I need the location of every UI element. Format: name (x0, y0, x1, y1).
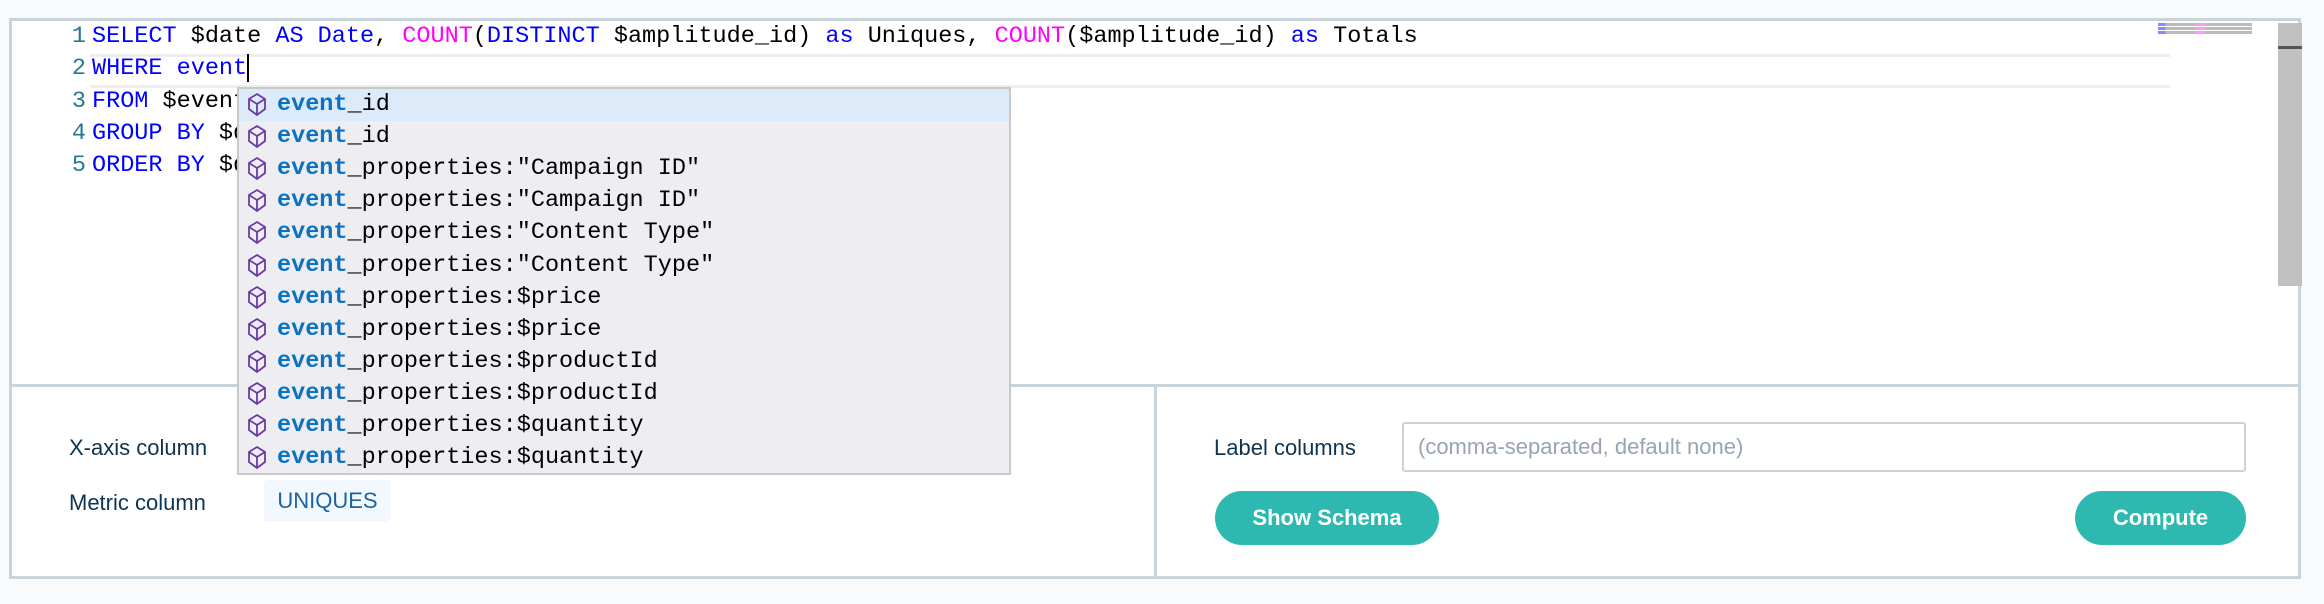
code-token: SELECT (92, 23, 177, 50)
suggestion-item[interactable]: event _properties:$productId (239, 346, 1009, 378)
compute-button[interactable]: Compute (2075, 491, 2246, 545)
metric-column-label: Metric column (69, 490, 206, 515)
suggestion-rest: _properties:"Content Type" (347, 251, 715, 279)
suggestion-match: event (277, 315, 348, 343)
label-columns-input[interactable] (1402, 422, 2246, 472)
property-cube-icon (248, 253, 266, 277)
code-token: DISTINCT (486, 23, 600, 50)
line-number: 1 (71, 23, 86, 50)
code-token: ( (472, 23, 487, 50)
sql-editor[interactable]: 1 SELECT $date AS Date, COUNT(DISTINCT $a… (12, 21, 2302, 475)
property-cube-icon (248, 349, 266, 373)
code-text: SELECT $date AS Date, COUNT(DISTINCT $am… (92, 21, 1418, 53)
suggestion-rest: _properties:$quantity (347, 444, 644, 472)
suggestion-match: event (277, 123, 348, 151)
code-token: , (374, 23, 403, 50)
code-token: GROUP BY (92, 119, 205, 147)
label-columns-label: Label columns (1214, 435, 1356, 460)
suggestion-rest: _id (347, 123, 390, 151)
code-token: Uniques, (853, 23, 995, 50)
code-token: $date (176, 23, 276, 50)
line-number: 4 (71, 119, 86, 147)
metric-column-value[interactable]: UNIQUES (264, 480, 391, 522)
suggestion-rest: _properties:$price (347, 315, 602, 343)
suggestion-match: event (277, 187, 348, 215)
property-cube-icon (248, 381, 266, 406)
code-token: ORDER BY (92, 152, 205, 180)
code-token: as (825, 23, 854, 50)
suggestion-match: event (277, 379, 348, 407)
suggestion-item[interactable]: event _properties:"Content Type" (239, 249, 1009, 281)
suggestion-item[interactable]: event _properties:$price (239, 282, 1009, 314)
suggestion-item[interactable]: event _properties:"Content Type" (239, 217, 1009, 249)
suggestion-match: event (277, 219, 348, 247)
line-number: 2 (71, 55, 86, 83)
property-cube-icon (248, 221, 266, 245)
property-cube-icon (248, 317, 266, 341)
suggestion-item[interactable]: event _id (239, 121, 1009, 153)
editor-scrollbar[interactable] (2278, 23, 2302, 286)
property-cube-icon (248, 189, 266, 213)
property-cube-icon (248, 125, 266, 149)
show-schema-button[interactable]: Show Schema (1215, 491, 1439, 545)
code-text: FROM $event (92, 86, 247, 118)
code-text: WHERE event (92, 53, 250, 85)
suggestion-match: event (277, 155, 348, 183)
code-token: COUNT (402, 23, 473, 50)
xaxis-column-label: X-axis column (69, 435, 208, 460)
panel-divider (1154, 387, 1157, 579)
suggestion-item[interactable]: event _properties:$quantity (239, 410, 1009, 442)
suggestion-item[interactable]: event _id (239, 89, 1009, 122)
code-token: $event (148, 87, 248, 115)
suggestion-item[interactable]: event _properties:$price (239, 314, 1009, 346)
suggestion-match: event (277, 283, 348, 311)
code-token: $amplitude_id) (599, 23, 826, 50)
code-text: GROUP BY $d (92, 118, 247, 150)
suggestion-rest: _properties:$price (347, 283, 602, 311)
suggestion-match: event (277, 251, 348, 279)
suggestion-rest: _properties:"Campaign ID" (347, 187, 701, 215)
code-token: ($amplitude_id) (1065, 23, 1291, 50)
suggestion-match: event (277, 91, 348, 119)
code-token: FROM (92, 87, 149, 115)
text-cursor (247, 54, 250, 83)
suggestion-rest: _properties:$productId (347, 347, 658, 375)
autocomplete-dropdown[interactable]: event _id event _id event _properties:"Campai… (237, 87, 1011, 475)
suggestion-rest: _id (347, 91, 390, 119)
property-cube-icon (248, 446, 266, 470)
property-cube-icon (248, 92, 266, 117)
code-token: Totals (1319, 23, 1418, 50)
property-cube-icon (248, 157, 266, 181)
suggestion-rest: _properties:$productId (347, 379, 658, 407)
suggestion-match: event (277, 347, 348, 375)
suggestion-item[interactable]: event _properties:"Campaign ID" (239, 153, 1009, 185)
scrollbar-thumb[interactable] (2278, 46, 2302, 49)
minimap[interactable] (2158, 23, 2252, 35)
query-panel: 1 SELECT $date AS Date, COUNT(DISTINCT $a… (9, 18, 2302, 579)
code-token: AS Date (275, 23, 375, 50)
suggestion-item[interactable]: event _properties:$quantity (239, 442, 1009, 474)
line-number: 5 (71, 152, 86, 180)
active-line-highlight (90, 54, 2170, 88)
code-token: COUNT (994, 23, 1066, 50)
suggestion-item[interactable]: event _properties:$productId (239, 378, 1009, 410)
suggestion-match: event (277, 444, 348, 472)
suggestion-match: event (277, 411, 348, 439)
code-text: ORDER BY $d (92, 150, 247, 182)
line-number: 3 (71, 87, 86, 115)
property-cube-icon (248, 413, 266, 438)
suggestion-rest: _properties:"Content Type" (347, 219, 715, 247)
suggestion-item[interactable]: event _properties:"Campaign ID" (239, 185, 1009, 217)
suggestion-rest: _properties:"Campaign ID" (347, 155, 701, 183)
code-token: as (1290, 23, 1319, 50)
code-token: WHERE event (92, 55, 248, 83)
suggestion-rest: _properties:$quantity (347, 411, 644, 439)
property-cube-icon (248, 285, 266, 309)
